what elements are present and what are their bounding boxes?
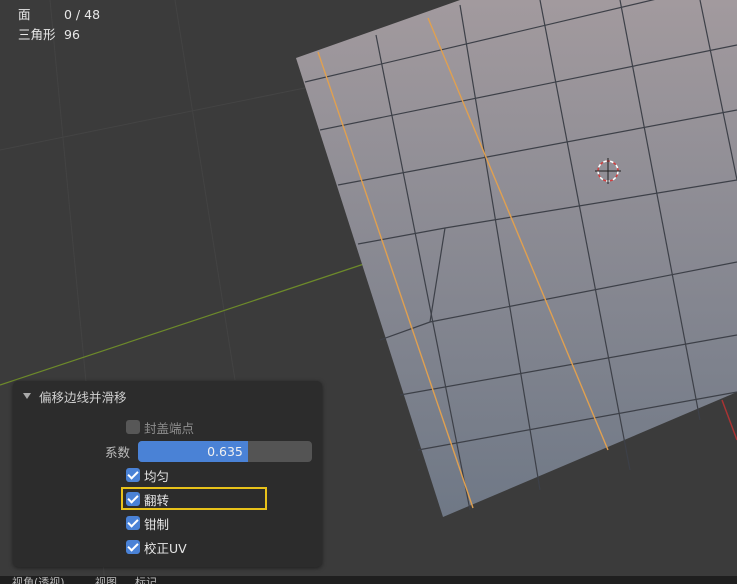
check-icon [127, 540, 139, 552]
correct-uv-checkbox[interactable] [126, 540, 140, 554]
even-label: 均匀 [144, 468, 170, 484]
y-axis-line [721, 399, 737, 441]
faces-value: 0 / 48 [64, 7, 101, 22]
factor-label: 系数 [104, 445, 130, 460]
panel-header[interactable]: 偏移边线并滑移 [23, 387, 127, 405]
factor-slider[interactable]: 0.635 [138, 441, 312, 462]
mesh-plane[interactable] [296, 0, 737, 517]
mesh-stats-overlay: 面 0 / 48 三角形 96 [18, 5, 100, 45]
even-checkbox[interactable] [126, 468, 140, 482]
even-option[interactable]: 均匀 [126, 467, 170, 484]
clamp-checkbox[interactable] [126, 516, 140, 530]
menu-item-view[interactable]: 视图 [95, 576, 117, 584]
x-axis-line [0, 261, 371, 386]
bottom-menu-bar: 视角(透视) 视图 标记 [0, 576, 737, 584]
check-icon [127, 516, 139, 528]
triangles-label: 三角形 [18, 27, 56, 42]
check-icon [127, 468, 139, 480]
factor-value: 0.635 [207, 444, 243, 459]
clamp-option[interactable]: 钳制 [126, 515, 170, 532]
faces-label: 面 [18, 7, 31, 22]
cap-endpoint-option[interactable]: 封盖端点 [126, 419, 195, 436]
menu-item-marker[interactable]: 标记 [135, 576, 157, 584]
cap-endpoint-label: 封盖端点 [144, 420, 195, 436]
correct-uv-option[interactable]: 校正UV [126, 539, 187, 556]
correct-uv-label: 校正UV [144, 540, 187, 556]
cap-endpoint-checkbox[interactable] [126, 420, 140, 434]
triangles-value: 96 [64, 27, 80, 42]
menu-item-view-perspective[interactable]: 视角(透视) [12, 576, 65, 584]
panel-title: 偏移边线并滑移 [39, 389, 127, 405]
clamp-label: 钳制 [144, 516, 170, 532]
collapse-triangle-icon[interactable] [23, 393, 31, 399]
flip-highlight-box [121, 487, 267, 510]
